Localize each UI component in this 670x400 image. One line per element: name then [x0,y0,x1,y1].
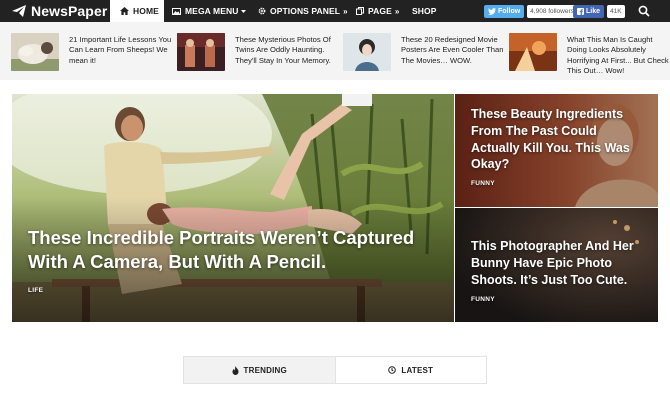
flame-icon [232,365,239,375]
nav-item-shop[interactable]: SHOP [412,0,437,22]
hero-post-category[interactable]: LIFE [28,287,43,294]
facebook-icon [577,7,584,15]
ticker-thumbnail-twins [177,33,225,71]
facebook-like-count: 41K [607,4,625,18]
paper-plane-icon [12,5,26,17]
double-chevron-icon: » [343,6,348,16]
post-filter-tabs: TRENDING LATEST [183,356,487,384]
gear-icon [258,7,266,15]
nav-options-panel-label: OPTIONS PANEL [270,6,341,16]
nav-mega-menu-label: MEGA MENU [185,6,239,16]
featured-post-side[interactable]: These Beauty Ingredients From The Past C… [455,94,658,207]
tab-trending-label: TRENDING [243,365,287,375]
site-logo[interactable]: NewsPaper [12,0,107,22]
nav-item-mega-menu[interactable]: MEGA MENU [172,0,247,22]
twitter-icon [488,7,496,15]
top-navbar: NewsPaper HOME MEGA MENU OPTIONS PANEL »… [0,0,670,22]
hero-image [12,94,454,322]
ticker-item[interactable]: These 20 Redesigned Movie Posters Are Ev… [343,33,505,71]
ticker-text: What This Man Is Caught Doing Looks Abso… [567,35,669,76]
nav-shop-label: SHOP [412,6,437,16]
twitter-follow-widget: Follow 4,908 followers [484,4,577,18]
ticker-thumbnail-sheep [11,33,59,71]
nav-home-label: HOME [133,6,159,16]
tab-latest-label: LATEST [401,365,434,375]
side-post-category[interactable]: FUNNY [471,180,495,187]
ticker-item[interactable]: 21 Important Life Lessons You Can Learn … [11,33,173,71]
ticker-thumbnail-man [509,33,557,71]
facebook-like-widget: Like 41K [573,4,625,18]
featured-post-main[interactable]: These Incredible Portraits Weren’t Captu… [12,94,454,322]
tab-trending[interactable]: TRENDING [184,357,336,383]
ticker-item[interactable]: These Mysterious Photos Of Twins Are Odd… [177,33,339,71]
clock-icon [388,366,397,374]
image-icon [172,7,181,15]
site-name: NewsPaper [31,3,108,19]
caret-down-icon [241,9,247,13]
nav-page-label: PAGE [368,6,392,16]
twitter-follower-count: 4,908 followers [527,4,577,18]
nav-item-home[interactable]: HOME [110,0,164,22]
ticker-text: These 20 Redesigned Movie Posters Are Ev… [401,35,504,65]
twitter-follow-label: Follow [498,7,521,15]
hero-post-title[interactable]: These Incredible Portraits Weren’t Captu… [28,226,438,274]
side-post-title[interactable]: This Photographer And Her Bunny Have Epi… [471,238,647,288]
facebook-like-button[interactable]: Like [573,4,605,18]
nav-item-options-panel[interactable]: OPTIONS PANEL » [258,0,348,22]
twitter-follow-button[interactable]: Follow [484,4,525,18]
featured-post-side[interactable]: This Photographer And Her Bunny Have Epi… [455,208,658,322]
ticker-thumbnail-movie-poster [343,33,391,71]
side-post-category[interactable]: FUNNY [471,296,495,303]
ticker-text: 21 Important Life Lessons You Can Learn … [69,35,172,65]
nav-item-page[interactable]: PAGE » [356,0,399,22]
ticker-text: These Mysterious Photos Of Twins Are Odd… [235,35,331,65]
home-icon [120,7,129,15]
facebook-like-label: Like [586,7,601,15]
news-ticker: 21 Important Life Lessons You Can Learn … [0,22,670,80]
side-post-title[interactable]: These Beauty Ingredients From The Past C… [471,106,647,173]
search-icon[interactable] [637,4,651,18]
copy-icon [356,7,364,15]
ticker-item[interactable]: What This Man Is Caught Doing Looks Abso… [509,33,670,76]
tab-latest[interactable]: LATEST [336,357,487,383]
double-chevron-icon: » [394,6,400,16]
